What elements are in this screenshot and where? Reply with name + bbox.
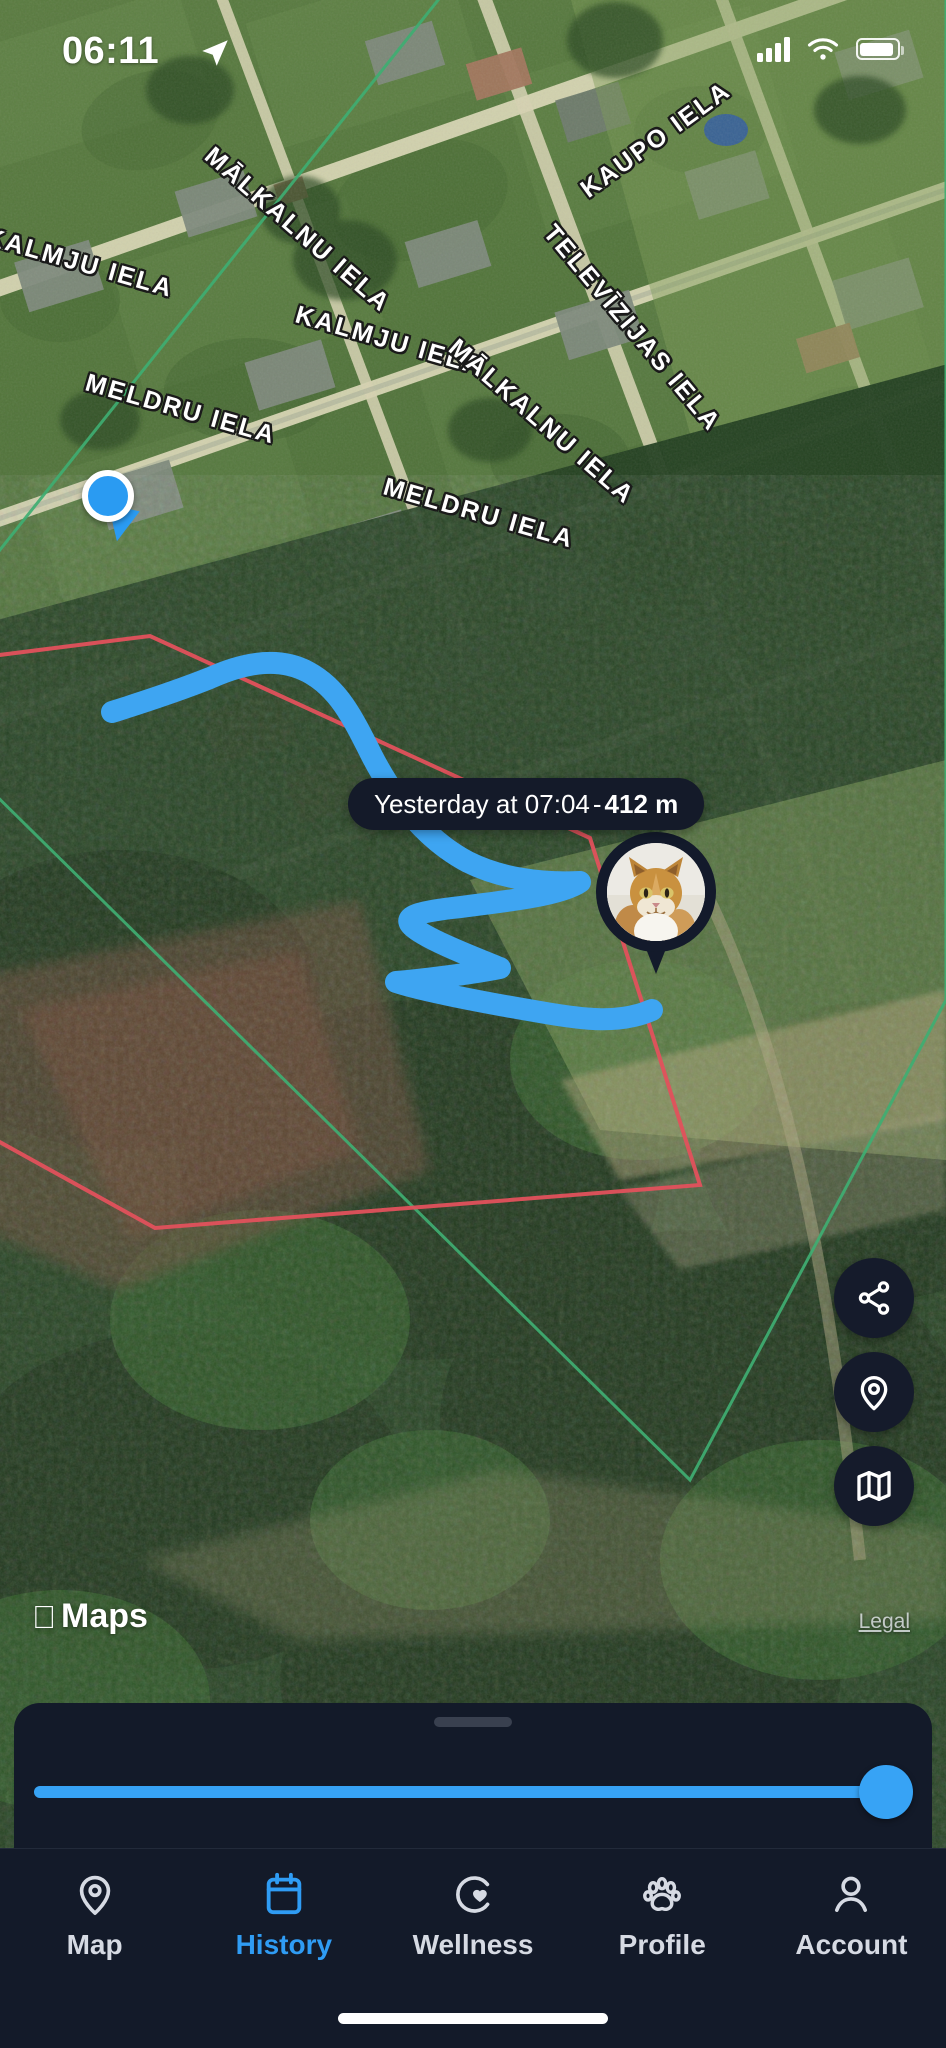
street-label: MELDRU IELA xyxy=(82,368,280,450)
tab-wellness-label: Wellness xyxy=(412,1929,534,1960)
pet-photo xyxy=(607,843,705,941)
map-fold-icon xyxy=(857,1471,891,1501)
map-type-button[interactable] xyxy=(834,1446,914,1526)
street-label: KALMJU IELA xyxy=(292,300,487,382)
share-button[interactable] xyxy=(834,1258,914,1338)
pet-avatar-marker[interactable] xyxy=(596,832,716,982)
person-icon xyxy=(835,1876,868,1912)
location-pin-icon xyxy=(860,1376,888,1411)
map-action-buttons xyxy=(834,1258,914,1526)
app-root: KALMJU IELA MĀLKALNU IELA KALMJU IELA MĀLKA… xyxy=(0,0,946,2048)
tab-profile[interactable]: Profile xyxy=(568,1871,757,1961)
tab-history-label: History xyxy=(235,1929,333,1960)
tab-wellness[interactable]: Wellness xyxy=(378,1871,567,1961)
tab-map-label: Map xyxy=(66,1929,123,1960)
center-location-button[interactable] xyxy=(834,1352,914,1432)
street-label: MĀLKALNU IELA xyxy=(443,333,641,511)
cat-photo-art xyxy=(607,843,705,941)
slider-fill xyxy=(34,1786,886,1798)
street-label: MELDRU IELA xyxy=(380,472,578,554)
apple-logo-icon:  xyxy=(32,1601,56,1633)
map-overlays: KALMJU IELA MĀLKALNU IELA KALMJU IELA MĀLKA… xyxy=(0,0,946,1848)
paw-icon xyxy=(643,1876,682,1912)
map-pin-icon xyxy=(79,1875,110,1915)
street-label: KALMJU IELA xyxy=(0,222,177,304)
tab-map[interactable]: Map xyxy=(0,1871,189,1961)
map-provider-label: Maps xyxy=(37,1597,148,1635)
timeline-sheet[interactable] xyxy=(14,1703,932,1848)
calendar-icon xyxy=(266,1872,302,1915)
map-attribution:  Maps xyxy=(32,1597,148,1636)
tooltip-separator: - xyxy=(592,788,602,819)
street-label: KAUPO IELA xyxy=(575,76,737,204)
street-label: TELEVĪZIJAS IELA xyxy=(537,219,727,437)
tab-account-label: Account xyxy=(795,1929,908,1960)
user-location-dot xyxy=(82,470,134,522)
tooltip-distance: 412 m xyxy=(604,788,679,819)
heart-activity-icon xyxy=(456,1876,490,1913)
track-point-tooltip[interactable]: Yesterday at 07:04 - 412 m xyxy=(348,778,705,830)
slider-thumb[interactable] xyxy=(858,1765,913,1819)
sheet-grabber[interactable] xyxy=(434,1717,512,1727)
legal-link[interactable]: Legal xyxy=(859,1610,910,1634)
tab-profile-label: Profile xyxy=(618,1929,706,1960)
timeline-slider[interactable] xyxy=(34,1765,913,1819)
tab-history[interactable]: History xyxy=(189,1871,378,1961)
user-location-pin xyxy=(82,470,140,545)
tooltip-time: Yesterday at 07:04 xyxy=(374,788,590,819)
satellite-map[interactable]: KALMJU IELA MĀLKALNU IELA KALMJU IELA MĀLKA… xyxy=(0,0,946,1848)
street-label: MĀLKALNU IELA xyxy=(199,141,397,319)
share-icon xyxy=(858,1281,890,1315)
home-indicator xyxy=(338,2013,608,2024)
tab-account[interactable]: Account xyxy=(757,1871,946,1961)
